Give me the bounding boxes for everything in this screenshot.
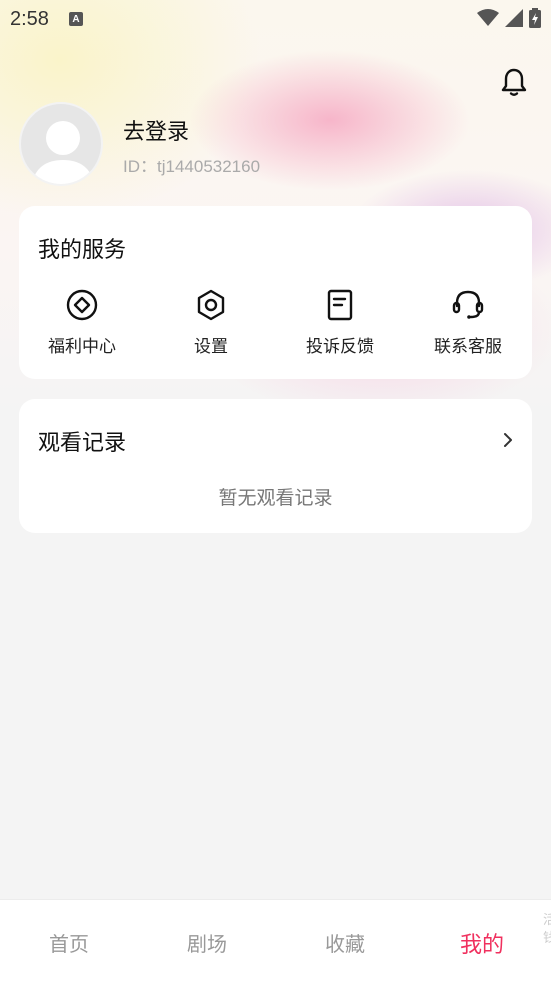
status-icons bbox=[477, 8, 541, 28]
service-complaint-feedback[interactable]: 投诉反馈 bbox=[285, 288, 395, 357]
watch-history-card[interactable]: 观看记录 暂无观看记录 bbox=[19, 399, 532, 533]
tab-favorites[interactable]: 收藏 bbox=[305, 928, 385, 957]
history-title: 观看记录 bbox=[38, 431, 127, 456]
service-customer-support[interactable]: 联系客服 bbox=[413, 288, 523, 357]
status-time: 2:58 bbox=[10, 7, 49, 30]
wifi-icon bbox=[477, 9, 499, 26]
user-placeholder-icon bbox=[31, 121, 95, 184]
status-bar: 2:58 A bbox=[0, 0, 551, 38]
user-id: ID：tj1440532160 bbox=[123, 157, 261, 176]
document-icon bbox=[327, 289, 353, 321]
tab-home[interactable]: 首页 bbox=[29, 928, 109, 957]
headset-icon bbox=[452, 290, 484, 319]
services-title: 我的服务 bbox=[38, 238, 127, 263]
service-label: 联系客服 bbox=[434, 337, 502, 357]
service-label: 福利中心 bbox=[48, 337, 116, 357]
battery-icon bbox=[529, 8, 541, 28]
tab-theater[interactable]: 剧场 bbox=[167, 928, 247, 957]
hex-nut-icon bbox=[197, 289, 225, 321]
signal-icon bbox=[505, 9, 523, 27]
login-link[interactable]: 去登录 bbox=[123, 114, 189, 146]
bottom-tab-bar: 首页 剧场 收藏 我的 bbox=[0, 899, 551, 981]
service-settings[interactable]: 设置 bbox=[156, 288, 266, 357]
service-welfare-center[interactable]: 福利中心 bbox=[27, 288, 137, 357]
bell-icon[interactable] bbox=[498, 66, 530, 98]
service-label: 设置 bbox=[194, 337, 228, 357]
services-card: 我的服务 福利中心 设置 投诉反馈 联系客服 bbox=[19, 206, 532, 379]
service-label: 投诉反馈 bbox=[306, 337, 374, 357]
history-empty-text: 暂无观看记录 bbox=[218, 487, 333, 509]
notification-icon: A bbox=[68, 12, 83, 26]
chevron-right-icon[interactable] bbox=[500, 429, 516, 451]
avatar[interactable] bbox=[19, 102, 103, 186]
tab-overflow-peek: 活钱 bbox=[543, 913, 551, 946]
diamond-coin-icon bbox=[66, 289, 98, 321]
tab-mine[interactable]: 我的 bbox=[442, 927, 522, 959]
